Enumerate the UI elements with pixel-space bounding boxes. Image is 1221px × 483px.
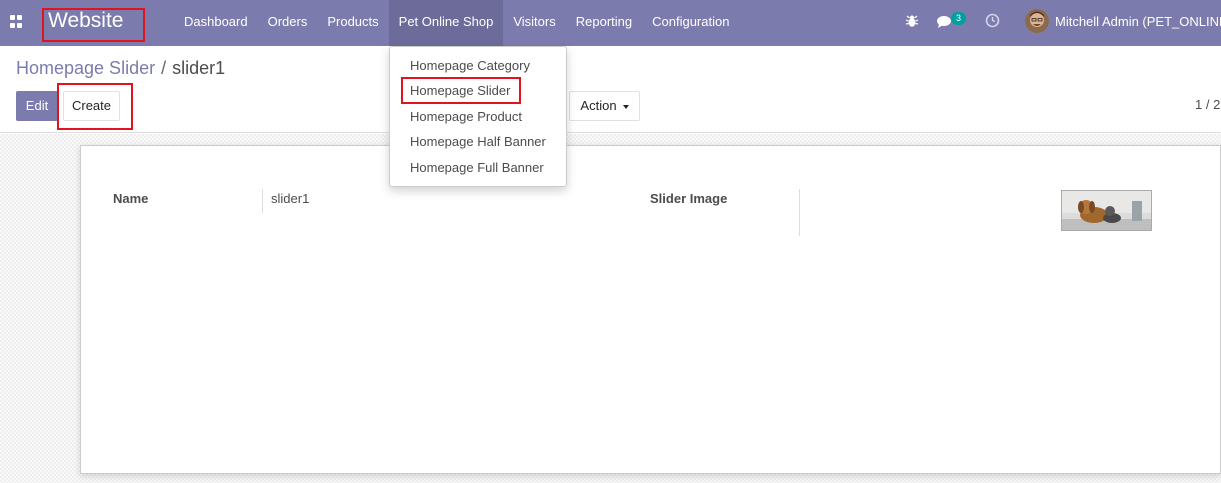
dropdown-item-homepage-category[interactable]: Homepage Category <box>410 58 530 73</box>
bug-icon[interactable] <box>905 14 919 28</box>
breadcrumb-current: slider1 <box>172 58 226 78</box>
menu-item-products[interactable]: Products <box>317 0 388 46</box>
main-menu: Dashboard Orders Products Pet Online Sho… <box>174 0 739 46</box>
menu-item-dashboard[interactable]: Dashboard <box>174 0 258 46</box>
dropdown-item-homepage-slider[interactable]: Homepage Slider <box>410 83 510 98</box>
dog-cat-photo-icon <box>1062 191 1151 230</box>
create-button[interactable]: Create <box>63 91 120 121</box>
app-brand[interactable]: Website <box>48 8 123 34</box>
control-panel: Homepage Slider / slider1 Edit Create Acti… <box>0 46 1221 133</box>
breadcrumb: Homepage Slider / slider1 <box>16 58 225 79</box>
chat-icon[interactable] <box>936 14 952 30</box>
record-pager[interactable]: 1 / 2 <box>1195 97 1220 112</box>
dropdown-item-homepage-product[interactable]: Homepage Product <box>410 109 522 124</box>
top-navbar: Website Dashboard Orders Products Pet On… <box>0 0 1221 46</box>
menu-item-orders[interactable]: Orders <box>258 0 318 46</box>
slider-image-thumbnail[interactable] <box>1061 190 1152 231</box>
menu-item-visitors[interactable]: Visitors <box>503 0 565 46</box>
action-button-label: Action <box>580 98 617 113</box>
form-view-background: Name slider1 Slider Image <box>0 134 1221 483</box>
field-divider <box>799 189 800 236</box>
menu-item-pet-online-shop[interactable]: Pet Online Shop <box>388 0 504 46</box>
name-field-label: Name <box>113 191 149 206</box>
apps-menu-icon[interactable] <box>10 15 23 28</box>
menu-item-reporting[interactable]: Reporting <box>566 0 642 46</box>
action-dropdown-button[interactable]: Action <box>569 91 640 121</box>
clock-icon[interactable] <box>985 13 1000 28</box>
form-sheet: Name slider1 Slider Image <box>80 145 1221 474</box>
name-field-value[interactable]: slider1 <box>271 191 309 206</box>
dropdown-item-homepage-full-banner[interactable]: Homepage Full Banner <box>410 160 544 175</box>
caret-down-icon <box>622 104 629 109</box>
dropdown-item-homepage-half-banner[interactable]: Homepage Half Banner <box>410 134 546 149</box>
chat-count-badge: 3 <box>951 12 966 25</box>
edit-button[interactable]: Edit <box>16 91 58 121</box>
menu-item-configuration[interactable]: Configuration <box>642 0 739 46</box>
slider-image-field-label: Slider Image <box>650 191 728 206</box>
field-divider <box>262 189 263 213</box>
breadcrumb-parent-link[interactable]: Homepage Slider <box>16 58 155 78</box>
user-avatar[interactable] <box>1025 9 1049 33</box>
breadcrumb-separator: / <box>161 58 167 78</box>
avatar-face-icon <box>1025 9 1049 33</box>
user-menu-name[interactable]: Mitchell Admin (PET_ONLINE <box>1055 14 1221 29</box>
pet-online-shop-dropdown: Homepage Category Homepage Slider Homepa… <box>389 46 567 187</box>
